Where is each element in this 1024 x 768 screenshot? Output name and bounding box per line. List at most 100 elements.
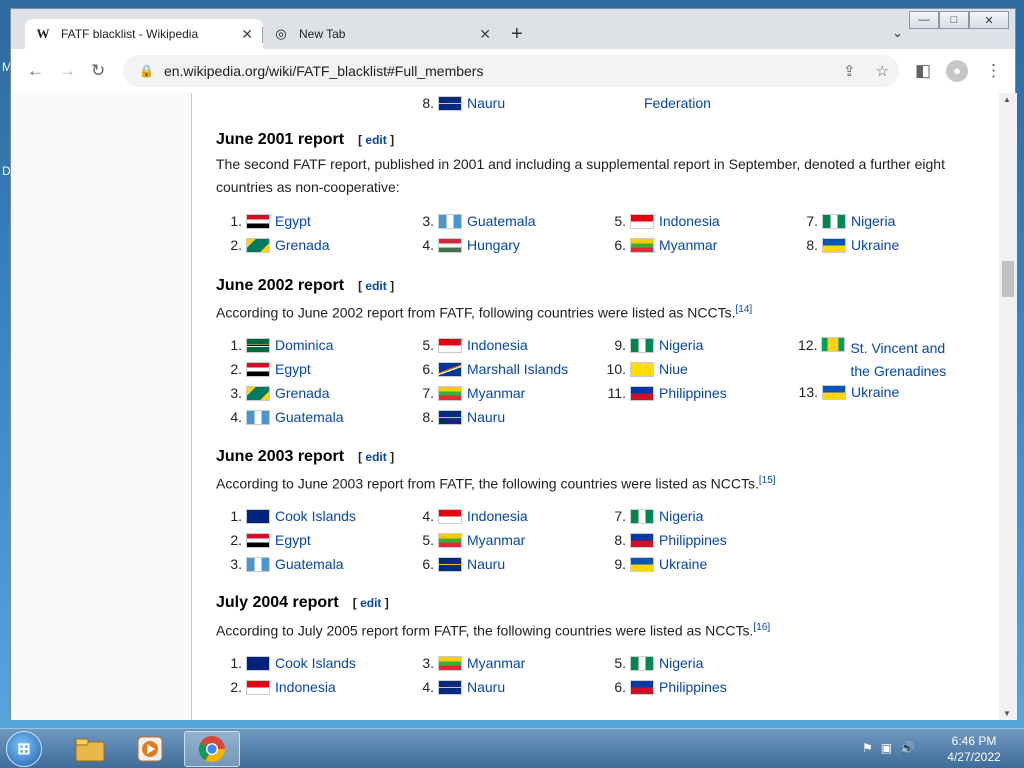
country-link[interactable]: Nigeria [851,213,895,229]
edit-link-text[interactable]: edit [365,450,386,464]
list-number: 2. [230,361,242,377]
share-icon[interactable]: ⇪ [843,62,856,80]
flag-icon [438,556,462,572]
scroll-thumb[interactable] [1002,261,1014,297]
edit-link[interactable]: [ edit ] [358,133,394,147]
country-link[interactable]: Nauru [467,679,505,695]
chrome-icon [198,736,226,763]
tab-search-chevron-icon[interactable]: ⌄ [892,25,903,41]
flag-icon [246,213,270,229]
clock[interactable]: 6:46 PM 4/27/2022 [940,733,1008,765]
country-link[interactable]: Myanmar [467,655,525,671]
flag-icon [438,237,462,253]
profile-avatar-icon[interactable]: ● [946,60,968,82]
close-window-button[interactable]: ✕ [969,11,1009,29]
flag-icon [246,385,270,401]
scroll-down-icon[interactable]: ▼ [1003,709,1011,718]
maximize-button[interactable]: □ [939,11,969,29]
citation-link[interactable]: [16] [753,622,770,633]
edit-link[interactable]: [ edit ] [358,279,394,293]
close-icon[interactable]: ✕ [241,26,253,43]
section-heading: July 2004 report [ edit ] [216,594,389,612]
list-item: 8. Nauru [414,95,505,111]
country-link-remnant[interactable]: Federation [644,95,711,111]
minimize-button[interactable]: — [909,11,939,29]
bookmark-star-icon[interactable]: ☆ [876,62,889,80]
country-link[interactable]: Marshall Islands [467,361,568,377]
country-link[interactable]: Nigeria [659,508,703,524]
taskbar-chrome[interactable] [184,731,240,767]
taskbar-media-player[interactable] [122,731,178,767]
country-link[interactable]: Federation [644,95,711,111]
edit-link-text[interactable]: edit [360,596,381,610]
country-link[interactable]: Indonesia [467,508,528,524]
country-link[interactable]: Dominica [275,337,333,353]
country-link[interactable]: Nauru [467,556,505,572]
country-link[interactable]: Egypt [275,532,311,548]
country-link[interactable]: Indonesia [275,679,336,695]
lock-icon[interactable]: 🔒 [139,64,154,78]
system-tray: ⚑ ▣ 🔊 [862,741,915,755]
volume-icon[interactable]: 🔊 [900,741,915,755]
country-link[interactable]: Philippines [659,385,727,401]
country-link[interactable]: Guatemala [275,556,343,572]
side-panel-icon[interactable]: ◧ [915,61,931,81]
country-link[interactable]: Egypt [275,213,311,229]
country-link[interactable]: Ukraine [851,384,899,400]
forward-icon[interactable]: → [59,61,76,81]
country-link[interactable]: Guatemala [275,409,343,425]
edit-link[interactable]: [ edit ] [358,450,394,464]
close-icon[interactable]: ✕ [479,26,491,43]
list-item: 4. Guatemala [222,409,343,425]
list-number: 6. [614,237,626,253]
country-link[interactable]: Grenada [275,385,329,401]
tab-fatf-blacklist[interactable]: W FATF blacklist - Wikipedia ✕ [25,19,263,49]
country-link[interactable]: Philippines [659,532,727,548]
flag-icon [630,532,654,548]
country-link[interactable]: Ukraine [659,556,707,572]
country-link[interactable]: Hungary [467,237,520,253]
reload-icon[interactable]: ↻ [91,61,105,81]
country-link[interactable]: Indonesia [467,337,528,353]
new-tab-button[interactable]: + [511,23,523,46]
country-link[interactable]: Indonesia [659,213,720,229]
country-link[interactable]: St. Vincent and the Grenadines [850,337,948,383]
network-icon[interactable]: ▣ [881,741,892,755]
flag-icon [822,384,846,400]
country-link[interactable]: Philippines [659,679,727,695]
action-center-flag-icon[interactable]: ⚑ [862,741,873,755]
address-bar[interactable]: 🔒 en.wikipedia.org/wiki/FATF_blacklist#F… [123,55,899,87]
country-link[interactable]: Guatemala [467,213,535,229]
country-link[interactable]: Myanmar [659,237,717,253]
kebab-menu-icon[interactable]: ⋮ [985,61,1002,81]
country-link[interactable]: Nigeria [659,337,703,353]
country-link[interactable]: Grenada [275,237,329,253]
url-text[interactable]: en.wikipedia.org/wiki/FATF_blacklist#Ful… [164,63,484,79]
list-number: 4. [422,679,434,695]
country-link[interactable]: Nigeria [659,655,703,671]
edit-link[interactable]: [ edit ] [353,596,389,610]
list-number: 8. [614,532,626,548]
edit-link-text[interactable]: edit [365,279,386,293]
country-link[interactable]: Nauru [467,95,505,111]
scrollbar[interactable]: ▲ ▼ [999,93,1017,720]
back-icon[interactable]: ← [27,61,44,81]
scroll-up-icon[interactable]: ▲ [1003,95,1011,104]
start-button[interactable]: ⊞ [6,731,42,767]
country-link[interactable]: Cook Islands [275,508,356,524]
paragraph-text: The second FATF report, published in 200… [216,156,945,195]
citation-link[interactable]: [15] [759,475,776,486]
country-link[interactable]: Myanmar [467,385,525,401]
citation-link[interactable]: [14] [736,304,753,315]
edit-link-text[interactable]: edit [365,133,386,147]
country-link[interactable]: Cook Islands [275,655,356,671]
list-item: 6. Myanmar [606,237,717,253]
browser-window: W FATF blacklist - Wikipedia ✕ ◎ New Tab… [10,8,1017,720]
country-link[interactable]: Myanmar [467,532,525,548]
tab-new-tab[interactable]: ◎ New Tab ✕ [263,19,501,49]
country-link[interactable]: Nauru [467,409,505,425]
country-link[interactable]: Egypt [275,361,311,377]
taskbar-explorer[interactable] [62,731,118,767]
country-link[interactable]: Niue [659,361,688,377]
country-link[interactable]: Ukraine [851,237,899,253]
